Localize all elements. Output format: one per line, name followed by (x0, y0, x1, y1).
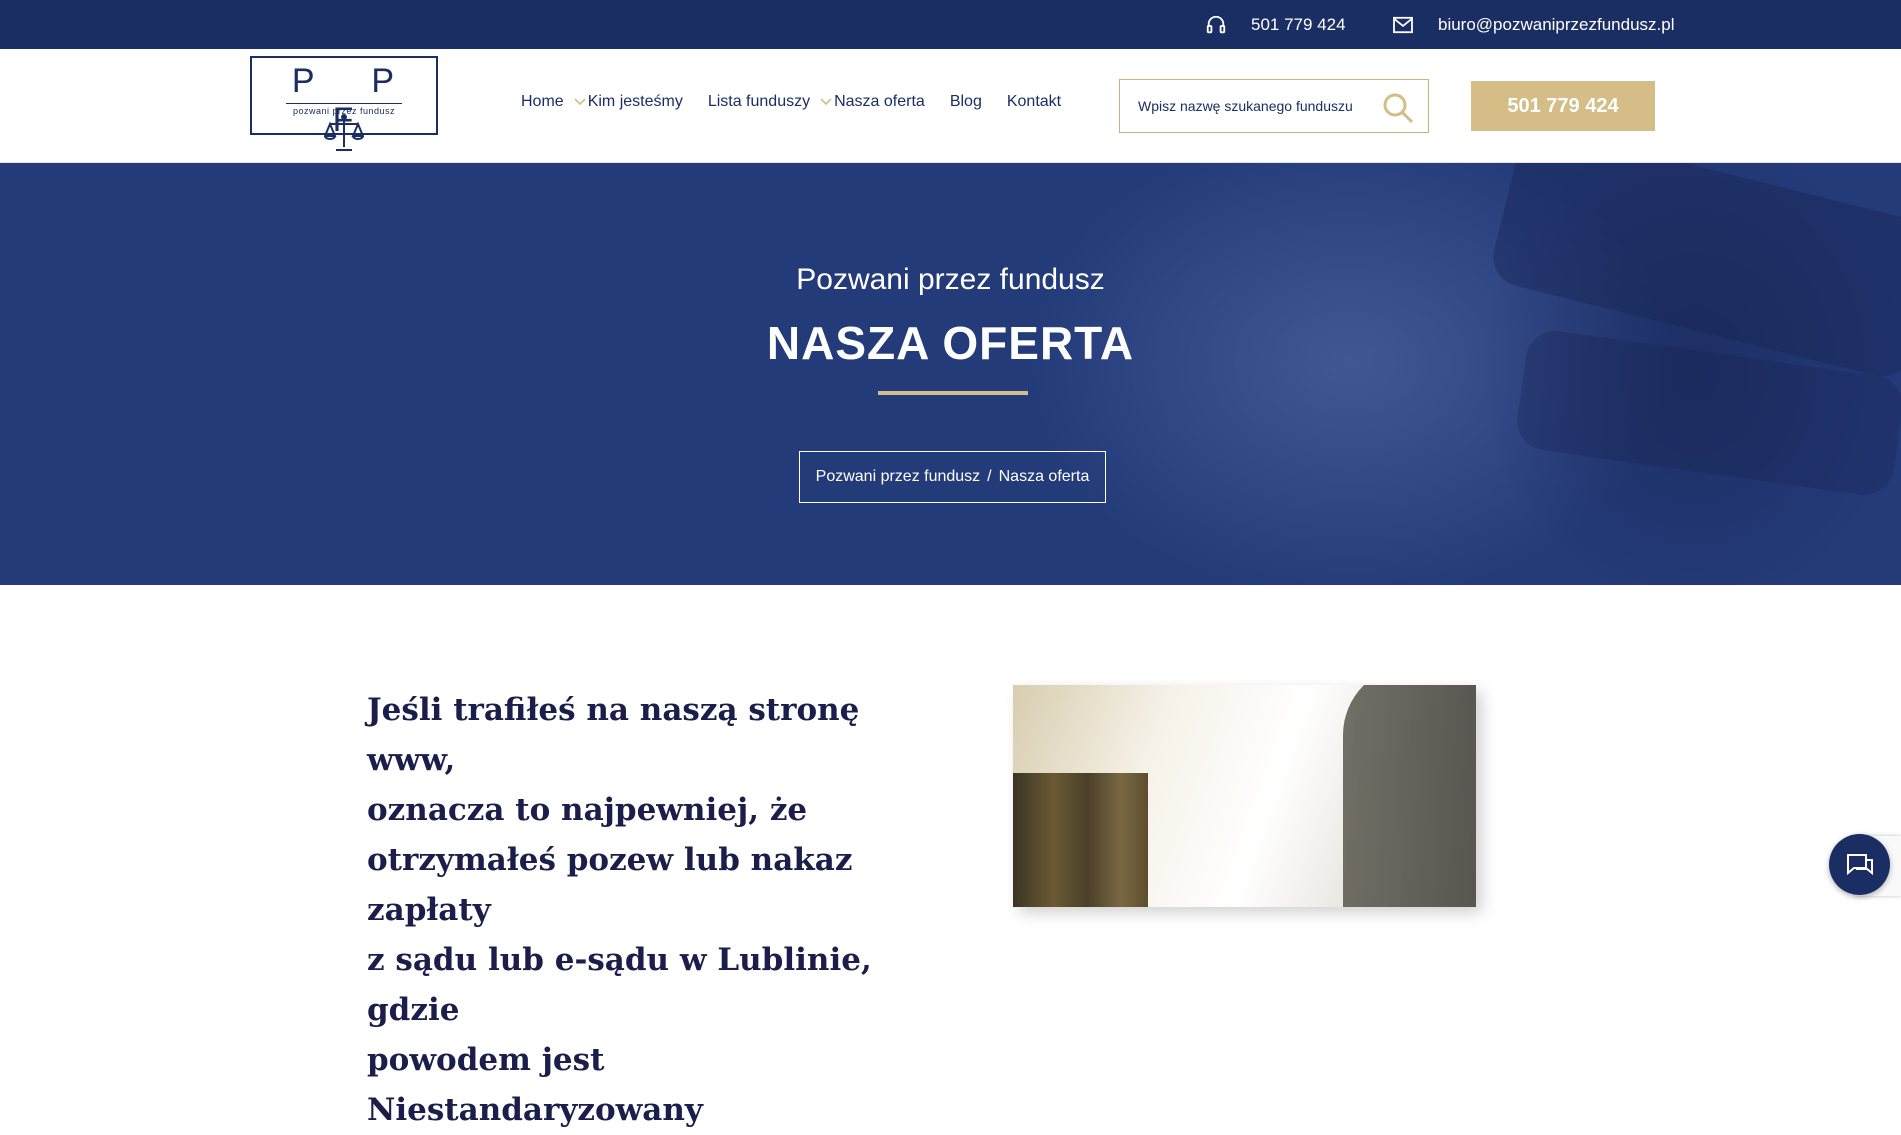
nav-label[interactable]: Blog (950, 93, 982, 111)
topbar-email-text[interactable]: biuro@pozwaniprzezfundusz.pl (1438, 15, 1675, 35)
title-underline (878, 391, 1028, 395)
nav-item-lista-funduszy[interactable]: Lista funduszy Nasza oferta (708, 93, 925, 111)
nav-item-blog[interactable]: Blog (950, 93, 982, 111)
headset-icon (1206, 15, 1226, 33)
intro-heading-line: oznacza to najpewniej, że (367, 792, 808, 828)
topbar-email[interactable]: biuro@pozwaniprzezfundusz.pl (1392, 0, 1675, 49)
breadcrumb-separator: / (987, 468, 992, 485)
chevron-down-icon[interactable] (820, 98, 832, 106)
hero-subtitle: Pozwani przez fundusz (796, 263, 1105, 296)
breadcrumb-current: Nasza oferta (998, 468, 1090, 485)
breadcrumb-home[interactable]: Pozwani przez fundusz (816, 468, 981, 486)
intro-heading-line: powodem jest Niestandaryzowany (367, 1042, 703, 1128)
call-button[interactable]: 501 779 424 (1471, 81, 1655, 131)
photo-books (1013, 773, 1148, 907)
nav-item-kontakt[interactable]: Kontakt (1007, 93, 1061, 111)
intro-heading: Jeśli trafiłeś na naszą stronę www, ozna… (367, 685, 907, 1135)
hero-banner: Pozwani przez fundusz NASZA OFERTA Pozwa… (0, 163, 1901, 585)
intro-heading-line: otrzymałeś pozew lub nakaz zapłaty (367, 842, 853, 928)
site-logo[interactable]: P P F pozwani przez fundusz (250, 56, 438, 151)
nav-label[interactable]: Nasza oferta (834, 93, 925, 111)
magnifier-icon[interactable] (1382, 92, 1414, 124)
fund-search (1119, 79, 1429, 133)
envelope-icon (1393, 16, 1413, 33)
breadcrumb: Pozwani przez fundusz / Nasza oferta (799, 451, 1106, 503)
top-bar: 501 779 424 biuro@pozwaniprzezfundusz.pl (0, 0, 1901, 49)
scales-icon (324, 114, 364, 151)
nav-label[interactable]: Home (521, 93, 564, 111)
logo-rule (286, 103, 402, 104)
nav-label[interactable]: Kim jesteśmy (588, 93, 683, 111)
intro-heading-line: Jeśli trafiłeś na naszą stronę www, (367, 692, 860, 778)
chevron-down-icon[interactable] (574, 98, 586, 106)
topbar-phone-text[interactable]: 501 779 424 (1251, 15, 1346, 35)
chat-icon (1846, 853, 1873, 875)
nav-item-home[interactable]: Home Kim jesteśmy (521, 93, 683, 111)
site-header: P P F pozwani przez fundusz Home Kim jes… (0, 49, 1901, 163)
chat-button[interactable] (1829, 834, 1890, 895)
search-input[interactable] (1138, 80, 1378, 132)
main-nav: Home Kim jesteśmy Lista funduszy Nasza o… (521, 49, 1086, 155)
office-photo (1013, 685, 1476, 907)
topbar-phone[interactable]: 501 779 424 (1205, 0, 1346, 49)
nav-label[interactable]: Lista funduszy (708, 93, 810, 111)
intro-heading-line: z sądu lub e-sądu w Lublinie, gdzie (367, 942, 872, 1028)
nav-label[interactable]: Kontakt (1007, 93, 1061, 111)
photo-figure (1343, 685, 1476, 907)
page-title: NASZA OFERTA (766, 317, 1135, 369)
